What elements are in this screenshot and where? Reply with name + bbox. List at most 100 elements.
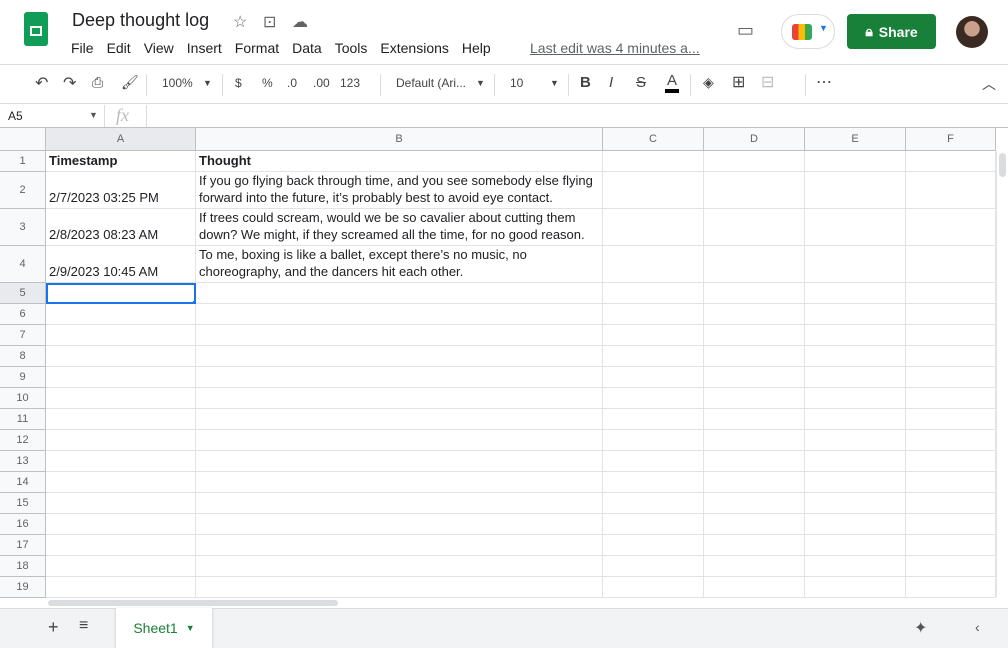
paint-format-icon[interactable]: 🖌︎ xyxy=(121,74,139,91)
decrease-decimal-button[interactable]: .0 xyxy=(287,76,297,90)
cell-c3[interactable] xyxy=(603,209,704,246)
cell-c11[interactable] xyxy=(603,409,704,430)
menu-insert[interactable]: Insert xyxy=(187,40,222,56)
cell-e10[interactable] xyxy=(805,388,906,409)
row-header[interactable]: 3 xyxy=(0,209,46,246)
strikethrough-button[interactable]: S xyxy=(636,74,646,91)
last-edit-link[interactable]: Last edit was 4 minutes a... xyxy=(530,40,700,56)
cell-b13[interactable] xyxy=(196,451,603,472)
cell-e7[interactable] xyxy=(805,325,906,346)
column-header-f[interactable]: F xyxy=(906,128,996,151)
cell-e9[interactable] xyxy=(805,367,906,388)
cell-e18[interactable] xyxy=(805,556,906,577)
cloud-saved-icon[interactable]: ☁ xyxy=(292,12,308,32)
cell-d12[interactable] xyxy=(704,430,805,451)
cell-d10[interactable] xyxy=(704,388,805,409)
cell-b12[interactable] xyxy=(196,430,603,451)
comment-icon[interactable]: ▭ xyxy=(737,20,754,41)
more-formats-button[interactable]: 123 xyxy=(340,76,360,90)
zoom-select[interactable]: 100% xyxy=(162,76,193,90)
merge-cells-icon[interactable]: ⊟ xyxy=(761,72,774,92)
cell-f11[interactable] xyxy=(906,409,996,430)
cell-a12[interactable] xyxy=(46,430,196,451)
fill-color-icon[interactable]: ◈ xyxy=(703,74,714,91)
cell-e11[interactable] xyxy=(805,409,906,430)
cell-a18[interactable] xyxy=(46,556,196,577)
cell-c16[interactable] xyxy=(603,514,704,535)
column-header-e[interactable]: E xyxy=(805,128,906,151)
cell-c12[interactable] xyxy=(603,430,704,451)
explore-icon[interactable]: ✦ xyxy=(914,618,927,638)
cell-e1[interactable] xyxy=(805,151,906,172)
column-header-b[interactable]: B xyxy=(196,128,603,151)
tab-sheet1[interactable]: Sheet1 ▼ xyxy=(116,608,212,648)
row-header[interactable]: 16 xyxy=(0,514,46,535)
cell-e14[interactable] xyxy=(805,472,906,493)
cell-c19[interactable] xyxy=(603,577,704,598)
row-header[interactable]: 9 xyxy=(0,367,46,388)
sheets-logo[interactable] xyxy=(24,12,48,46)
cell-d16[interactable] xyxy=(704,514,805,535)
collapse-toolbar-icon[interactable]: ︿ xyxy=(982,74,996,94)
row-header[interactable]: 14 xyxy=(0,472,46,493)
cell-b14[interactable] xyxy=(196,472,603,493)
cell-e17[interactable] xyxy=(805,535,906,556)
cell-a13[interactable] xyxy=(46,451,196,472)
cell-b1[interactable]: Thought xyxy=(196,151,603,172)
cell-e19[interactable] xyxy=(805,577,906,598)
menu-extensions[interactable]: Extensions xyxy=(380,40,448,56)
menu-help[interactable]: Help xyxy=(462,40,491,56)
cell-f13[interactable] xyxy=(906,451,996,472)
meet-button[interactable]: ▼ xyxy=(781,14,835,49)
move-folder-icon[interactable]: ⊡ xyxy=(263,12,276,32)
cell-b19[interactable] xyxy=(196,577,603,598)
cell-d15[interactable] xyxy=(704,493,805,514)
italic-button[interactable]: I xyxy=(609,74,613,91)
cell-a3[interactable]: 2/8/2023 08:23 AM xyxy=(46,209,196,246)
cell-a16[interactable] xyxy=(46,514,196,535)
cell-e6[interactable] xyxy=(805,304,906,325)
row-header[interactable]: 5 xyxy=(0,283,46,304)
cell-d13[interactable] xyxy=(704,451,805,472)
cell-c6[interactable] xyxy=(603,304,704,325)
cell-a1[interactable]: Timestamp xyxy=(46,151,196,172)
menu-data[interactable]: Data xyxy=(292,40,322,56)
horizontal-scrollbar[interactable] xyxy=(46,597,996,608)
cell-c4[interactable] xyxy=(603,246,704,283)
cell-c14[interactable] xyxy=(603,472,704,493)
share-button[interactable]: 🔒︎ Share xyxy=(847,14,936,49)
cell-f12[interactable] xyxy=(906,430,996,451)
cell-d1[interactable] xyxy=(704,151,805,172)
cell-c10[interactable] xyxy=(603,388,704,409)
undo-icon[interactable]: ↶ xyxy=(35,73,48,93)
cell-f16[interactable] xyxy=(906,514,996,535)
cell-f5[interactable] xyxy=(906,283,996,304)
column-header-c[interactable]: C xyxy=(603,128,704,151)
row-header[interactable]: 18 xyxy=(0,556,46,577)
cell-d14[interactable] xyxy=(704,472,805,493)
cell-f17[interactable] xyxy=(906,535,996,556)
cell-d6[interactable] xyxy=(704,304,805,325)
cell-b11[interactable] xyxy=(196,409,603,430)
column-header-a[interactable]: A xyxy=(46,128,196,151)
cell-a2[interactable]: 2/7/2023 03:25 PM xyxy=(46,172,196,209)
cell-a14[interactable] xyxy=(46,472,196,493)
cell-d9[interactable] xyxy=(704,367,805,388)
cell-f9[interactable] xyxy=(906,367,996,388)
cell-b4[interactable]: To me, boxing is like a ballet, except t… xyxy=(196,246,603,283)
menu-format[interactable]: Format xyxy=(235,40,279,56)
cell-b5[interactable] xyxy=(196,283,603,304)
row-header[interactable]: 10 xyxy=(0,388,46,409)
cell-f19[interactable] xyxy=(906,577,996,598)
star-icon[interactable]: ☆ xyxy=(233,12,247,32)
cell-e5[interactable] xyxy=(805,283,906,304)
cell-d19[interactable] xyxy=(704,577,805,598)
cell-e3[interactable] xyxy=(805,209,906,246)
cell-b7[interactable] xyxy=(196,325,603,346)
cell-b3[interactable]: If trees could scream, would we be so ca… xyxy=(196,209,603,246)
font-size-select[interactable]: 10 xyxy=(510,76,523,90)
row-header[interactable]: 19 xyxy=(0,577,46,598)
name-box[interactable]: A5 xyxy=(8,109,23,123)
add-sheet-icon[interactable]: + xyxy=(48,617,59,638)
cell-a9[interactable] xyxy=(46,367,196,388)
